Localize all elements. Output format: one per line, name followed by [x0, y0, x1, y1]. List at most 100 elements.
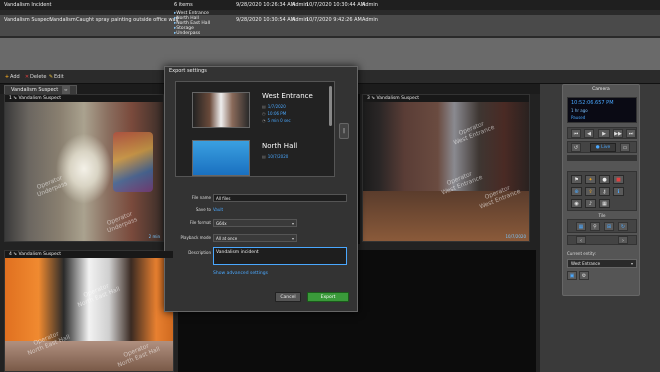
settings-icon[interactable]: ⚙: [579, 271, 589, 280]
item-count: 6 items: [174, 2, 193, 8]
modified-date: 10/7/2020 10:30:44 AM: [306, 2, 366, 8]
delete-label: Delete: [30, 74, 47, 80]
file-format-select[interactable]: G64x ▾: [213, 219, 297, 227]
current-entity-value: West Entrance: [571, 261, 601, 266]
tab-vandalism-suspect[interactable]: Vandalism Suspect ⇔: [4, 85, 77, 94]
description-field[interactable]: Vandalism incident: [213, 247, 347, 265]
dialog-title: Export settings: [169, 68, 207, 74]
tile-title: 4 ⇘ Vandalism Suspect: [5, 251, 173, 258]
tile-actions: ▦ ⚲ ⊞ ↻: [567, 219, 637, 233]
camera-widget: Camera 10:52:06.657 PM 1 hr ago Paused ⏮…: [562, 84, 640, 296]
tab-options-icon[interactable]: ⇔: [62, 86, 70, 94]
show-advanced-settings-link[interactable]: Show advanced settings: [213, 271, 268, 276]
grid-icon[interactable]: ▦: [576, 222, 586, 231]
chevron-down-icon: ▾: [291, 236, 294, 241]
playback-mode-value: All at once: [216, 236, 238, 241]
live-button[interactable]: ● Live: [590, 143, 616, 152]
created-date: 9/28/2020 10:26:34 AM: [236, 2, 296, 8]
file-format-value: G64x: [216, 221, 227, 226]
playback-mode-label: Playback mode: [180, 235, 211, 240]
modified-date: 10/7/2020 9:42:26 AM: [306, 17, 362, 23]
save-to-link[interactable]: Vault: [213, 207, 223, 212]
preview-item[interactable]: North Hall ▤ 10/7/2020: [180, 134, 330, 176]
audio-icon[interactable]: ♪: [585, 199, 596, 208]
chevron-right-icon[interactable]: ›: [618, 236, 628, 244]
export-preview-list[interactable]: West Entrance ▤ 1/7/2020 ◷ 10:06 PM ◔ 5 min…: [175, 81, 335, 177]
preview-item[interactable]: West Entrance ▤ 1/7/2020 ◷ 10:06 PM ◔ 5 min…: [180, 86, 330, 132]
info-icon[interactable]: ℹ: [613, 187, 624, 196]
save-to-label: Save to: [195, 207, 211, 212]
jump-back-button[interactable]: ↺: [571, 143, 581, 152]
preview-thumbnail: [192, 140, 250, 176]
camera-feed: [5, 102, 163, 241]
created-date: 9/28/2020 10:30:54 AM: [236, 17, 296, 23]
stop-icon[interactable]: ■: [613, 175, 624, 184]
camera-feed: [363, 102, 529, 241]
chevron-down-icon: ▾: [630, 261, 633, 266]
overlay-icon[interactable]: ▦: [599, 199, 610, 208]
preview-thumbnail: [192, 92, 250, 128]
alarm-icon[interactable]: ✦: [585, 175, 596, 184]
incident-row-selected[interactable]: Vandalism Suspect Vandalism Caught spray…: [0, 15, 660, 36]
rewind-button[interactable]: ◀: [584, 129, 594, 138]
preview-date: ▤ 1/7/2020: [262, 104, 286, 109]
timer-icon: ◔: [262, 118, 266, 123]
preview-time: ◷ 10:06 PM: [262, 111, 287, 116]
lock-icon[interactable]: ⚷: [599, 187, 610, 196]
delete-button[interactable]: ✕Delete: [24, 72, 47, 82]
export-settings-dialog: Export settings West Entrance ▤ 1/7/2020 …: [164, 66, 358, 312]
preview-scrollbar[interactable]: [329, 86, 332, 126]
refresh-icon[interactable]: ↻: [618, 222, 628, 231]
preview-camera-name: North Hall: [262, 142, 298, 150]
record-icon[interactable]: ●: [599, 175, 610, 184]
edit-label: Edit: [54, 74, 64, 80]
incident-category: Vandalism: [50, 17, 76, 23]
bookmark-icon[interactable]: ⚑: [571, 175, 582, 184]
cancel-button[interactable]: Cancel: [275, 292, 301, 302]
playback-mode-select[interactable]: All at once ▾: [213, 234, 297, 242]
modified-user: Admin: [362, 17, 378, 23]
snapshot-button[interactable]: ▭: [620, 143, 630, 152]
incident-entities-list: West Entrance North Hall North East Hall…: [174, 11, 210, 36]
calendar-icon: ▤: [262, 154, 266, 159]
next-frame-button[interactable]: ⏭: [626, 129, 636, 138]
camera-icon[interactable]: ◉: [571, 199, 582, 208]
camera-list-icon[interactable]: ▣: [567, 271, 577, 280]
chevron-left-icon[interactable]: ‹: [576, 236, 586, 244]
incidents-table: Vandalism Incident 6 items 9/28/2020 10:…: [0, 0, 660, 38]
tile-timestamp: 10/7/2020: [505, 234, 526, 239]
video-tile-4[interactable]: 4 ⇘ Vandalism Suspect Operator North East…: [4, 250, 174, 372]
tile-section-label: Tile: [598, 213, 606, 218]
camera-time: 10:52:06.657 PM: [571, 100, 614, 106]
video-tile-1[interactable]: 1 ⇘ Vandalism Suspect Operator Underpass …: [4, 94, 164, 242]
camera-timecode: 10:52:06.657 PM 1 hr ago Paused: [567, 97, 637, 123]
modified-user: Admin: [362, 2, 378, 8]
preview-duration: ◔ 5 min 0 sec: [262, 118, 291, 123]
export-button[interactable]: Export: [307, 292, 349, 302]
export-icon[interactable]: ⇪: [585, 187, 596, 196]
app-window: Vandalism Incident 6 items 9/28/2020 10:…: [0, 0, 660, 372]
incident-title: Vandalism Incident: [4, 2, 52, 8]
file-format-label: File format: [189, 220, 211, 225]
zoom-icon[interactable]: ⊕: [571, 187, 582, 196]
edit-button[interactable]: ✎Edit: [48, 72, 64, 82]
play-button[interactable]: ▶: [598, 129, 610, 138]
playback-controls: ⏮ ◀ ▶ ▶▶ ⏭: [567, 127, 637, 139]
timeline-scrubber[interactable]: [567, 155, 637, 161]
pin-icon[interactable]: ⚲: [590, 222, 600, 231]
previous-frame-button[interactable]: ⏮: [571, 129, 581, 138]
tile-timestamp: 2 min: [148, 234, 160, 239]
add-label: Add: [10, 74, 20, 80]
add-button[interactable]: +Add: [4, 72, 20, 82]
file-name-field[interactable]: All files: [213, 194, 347, 202]
preview-side-handle[interactable]: ‖: [339, 123, 349, 139]
file-name-label: File name: [191, 195, 211, 200]
video-tile-3[interactable]: 3 ⇘ Vandalism Suspect Operator West Entra…: [362, 94, 530, 242]
forward-button[interactable]: ▶▶: [613, 129, 623, 138]
incident-row[interactable]: Vandalism Incident 6 items 9/28/2020 10:…: [0, 0, 660, 10]
map-icon[interactable]: ⊞: [604, 222, 614, 231]
preview-date: ▤ 10/7/2020: [262, 154, 289, 159]
current-entity-select[interactable]: West Entrance ▾: [567, 259, 637, 268]
incident-description: Caught spray painting outside office wal…: [76, 17, 179, 23]
tile-tools-grid: ⚑ ✦ ● ■ ⊕ ⇪ ⚷ ℹ ◉ ♪ ▦: [567, 171, 637, 211]
